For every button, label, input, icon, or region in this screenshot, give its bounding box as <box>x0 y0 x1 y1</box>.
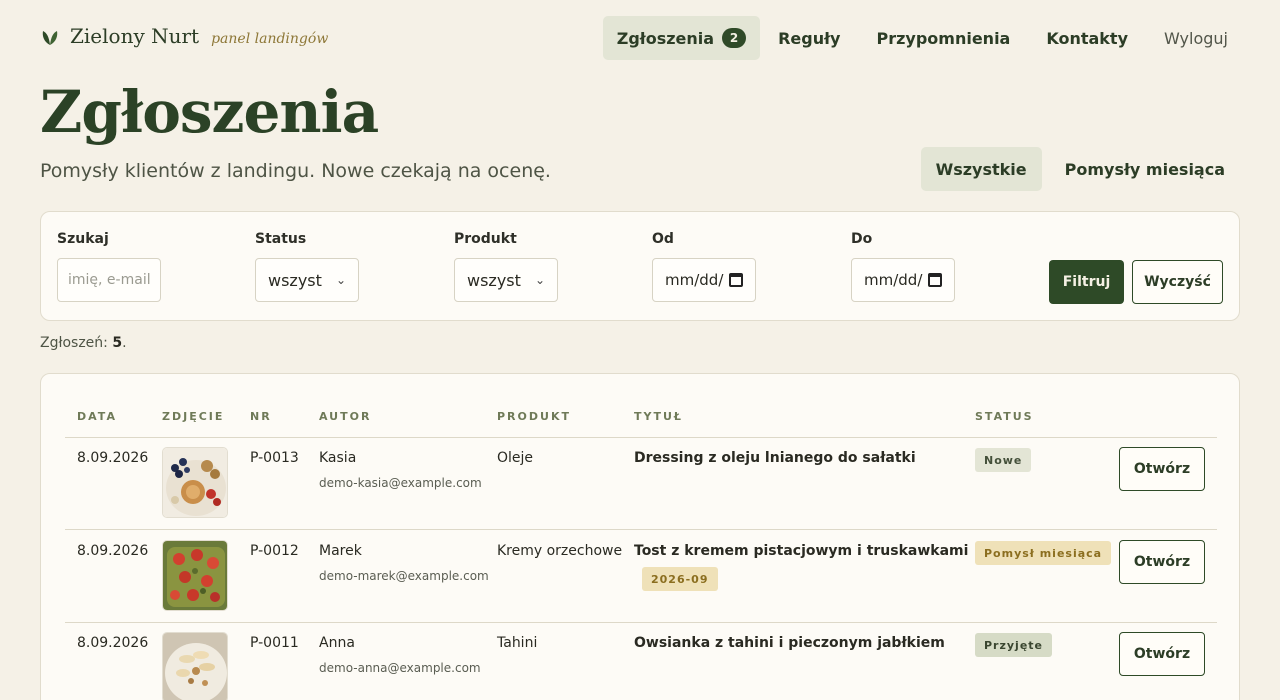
status-group: Status wszyst ⌄ <box>255 231 359 302</box>
row-photo-thumbnail[interactable] <box>162 632 228 700</box>
product-label: Produkt <box>454 231 517 247</box>
row-author-name: Kasia <box>319 450 357 466</box>
row-author-name: Marek <box>319 543 362 559</box>
search-group: Szukaj imię, e-mail <box>57 231 161 302</box>
calendar-icon[interactable] <box>928 273 942 287</box>
row-product: Tahini <box>497 635 538 651</box>
open-button[interactable]: Otwórz <box>1119 447 1205 491</box>
tab-ideas-of-month[interactable]: Pomysły miesiąca <box>1050 147 1240 191</box>
photo-image <box>163 448 227 517</box>
calendar-icon[interactable] <box>729 273 743 287</box>
row-title: Tost z kremem pistacjowym i truskawkami <box>634 543 969 559</box>
table-row: 8.09.2026 P-0011 Anna demo-anna@example.… <box>65 623 1217 700</box>
open-button[interactable]: Otwórz <box>1119 540 1205 584</box>
status-select[interactable]: wszyst ⌄ <box>255 258 359 302</box>
date-to-label: Do <box>851 231 873 247</box>
product-group: Produkt wszyst ⌄ <box>454 231 558 302</box>
column-header-product[interactable]: PRODUKT <box>497 410 571 423</box>
row-photo-thumbnail[interactable] <box>162 447 228 518</box>
row-author-email: demo-marek@example.com <box>319 569 489 583</box>
logout-link[interactable]: Wyloguj <box>1146 16 1240 60</box>
open-button[interactable]: Otwórz <box>1119 632 1205 676</box>
result-count-value: 5 <box>112 335 123 351</box>
status-badge: Nowe <box>975 448 1032 472</box>
table-row: 8.09.2026 P-0013 Kasia demo-kasia@exampl… <box>65 438 1217 530</box>
row-title: Owsianka z tahini i pieczonym jabłkiem <box>634 635 945 651</box>
clear-button[interactable]: Wyczyść <box>1132 260 1223 304</box>
row-date: 8.09.2026 <box>77 450 149 466</box>
date-to-input[interactable]: mm/dd/ <box>851 258 955 302</box>
chevron-down-icon: ⌄ <box>335 273 346 287</box>
nav-item-reguly[interactable]: Reguły <box>760 16 858 60</box>
column-header-title[interactable]: TYTUŁ <box>634 410 683 423</box>
date-to-group: Do mm/dd/ <box>851 231 955 302</box>
row-date: 8.09.2026 <box>77 635 149 651</box>
filter-panel: Szukaj imię, e-mail Status wszyst ⌄ Prod… <box>40 211 1240 321</box>
row-title: Dressing z oleju lnianego do sałatki <box>634 450 916 466</box>
row-author-name: Anna <box>319 635 355 651</box>
column-header-photo: ZDJĘCIE <box>162 410 225 423</box>
row-number: P-0013 <box>250 450 299 466</box>
view-tabs: Wszystkie Pomysły miesiąca <box>920 147 1240 191</box>
filter-button[interactable]: Filtruj <box>1049 260 1124 304</box>
main-nav: Zgłoszenia 2 Reguły Przypomnienia Kontak… <box>602 16 1240 60</box>
date-from-input[interactable]: mm/dd/ <box>652 258 756 302</box>
row-author-email: demo-anna@example.com <box>319 661 481 675</box>
nav-count-badge: 2 <box>722 28 747 48</box>
date-from-label: Od <box>652 231 674 247</box>
status-badge: Przyjęte <box>975 633 1053 657</box>
page-subtitle: Pomysły klientów z landingu. Nowe czekaj… <box>40 160 551 182</box>
nav-item-przypomnienia[interactable]: Przypomnienia <box>858 16 1028 60</box>
date-from-value: mm/dd/ <box>665 271 724 289</box>
product-select-value: wszyst <box>467 270 521 290</box>
nav-item-zgloszenia[interactable]: Zgłoszenia 2 <box>602 16 761 60</box>
brand-name: Zielony Nurt <box>70 24 200 48</box>
month-badge: 2026-09 <box>642 567 718 591</box>
row-date: 8.09.2026 <box>77 543 149 559</box>
column-header-author[interactable]: AUTOR <box>319 410 371 423</box>
result-count-label: Zgłoszeń: <box>40 335 108 351</box>
nav-item-label: Zgłoszenia <box>616 28 715 48</box>
search-label: Szukaj <box>57 231 109 247</box>
top-bar: Zielony Nurt panel landingów Zgłoszenia … <box>40 16 1240 60</box>
photo-image <box>163 541 227 610</box>
submissions-table: DATA ZDJĘCIE NR AUTOR PRODUKT TYTUŁ STAT… <box>40 373 1240 700</box>
row-author-email: demo-kasia@example.com <box>319 476 482 490</box>
result-count: Zgłoszeń: 5. <box>40 335 127 351</box>
chevron-down-icon: ⌄ <box>534 273 545 287</box>
tab-all[interactable]: Wszystkie <box>920 147 1042 191</box>
leaf-icon <box>42 31 58 45</box>
page-title: Zgłoszenia <box>40 78 379 146</box>
status-select-value: wszyst <box>268 270 322 290</box>
column-header-nr[interactable]: NR <box>250 410 272 423</box>
table-row: 8.09.2026 P-0012 Marek demo-marek@exampl… <box>65 531 1217 623</box>
row-product: Oleje <box>497 450 534 466</box>
row-number: P-0012 <box>250 543 299 559</box>
product-select[interactable]: wszyst ⌄ <box>454 258 558 302</box>
date-to-value: mm/dd/ <box>864 271 923 289</box>
row-product: Kremy orzechowe <box>497 543 623 559</box>
column-header-date[interactable]: DATA <box>77 410 117 423</box>
date-from-group: Od mm/dd/ <box>652 231 756 302</box>
status-badge: Pomysł miesiąca <box>975 541 1112 565</box>
search-input[interactable]: imię, e-mail <box>57 258 161 302</box>
nav-item-kontakty[interactable]: Kontakty <box>1028 16 1146 60</box>
brand[interactable]: Zielony Nurt panel landingów <box>40 24 328 48</box>
row-photo-thumbnail[interactable] <box>162 540 228 611</box>
row-number: P-0011 <box>250 635 299 651</box>
status-label: Status <box>255 231 307 247</box>
column-header-status[interactable]: STATUS <box>975 410 1034 423</box>
photo-image <box>163 633 227 700</box>
brand-subtitle: panel landingów <box>211 31 329 47</box>
